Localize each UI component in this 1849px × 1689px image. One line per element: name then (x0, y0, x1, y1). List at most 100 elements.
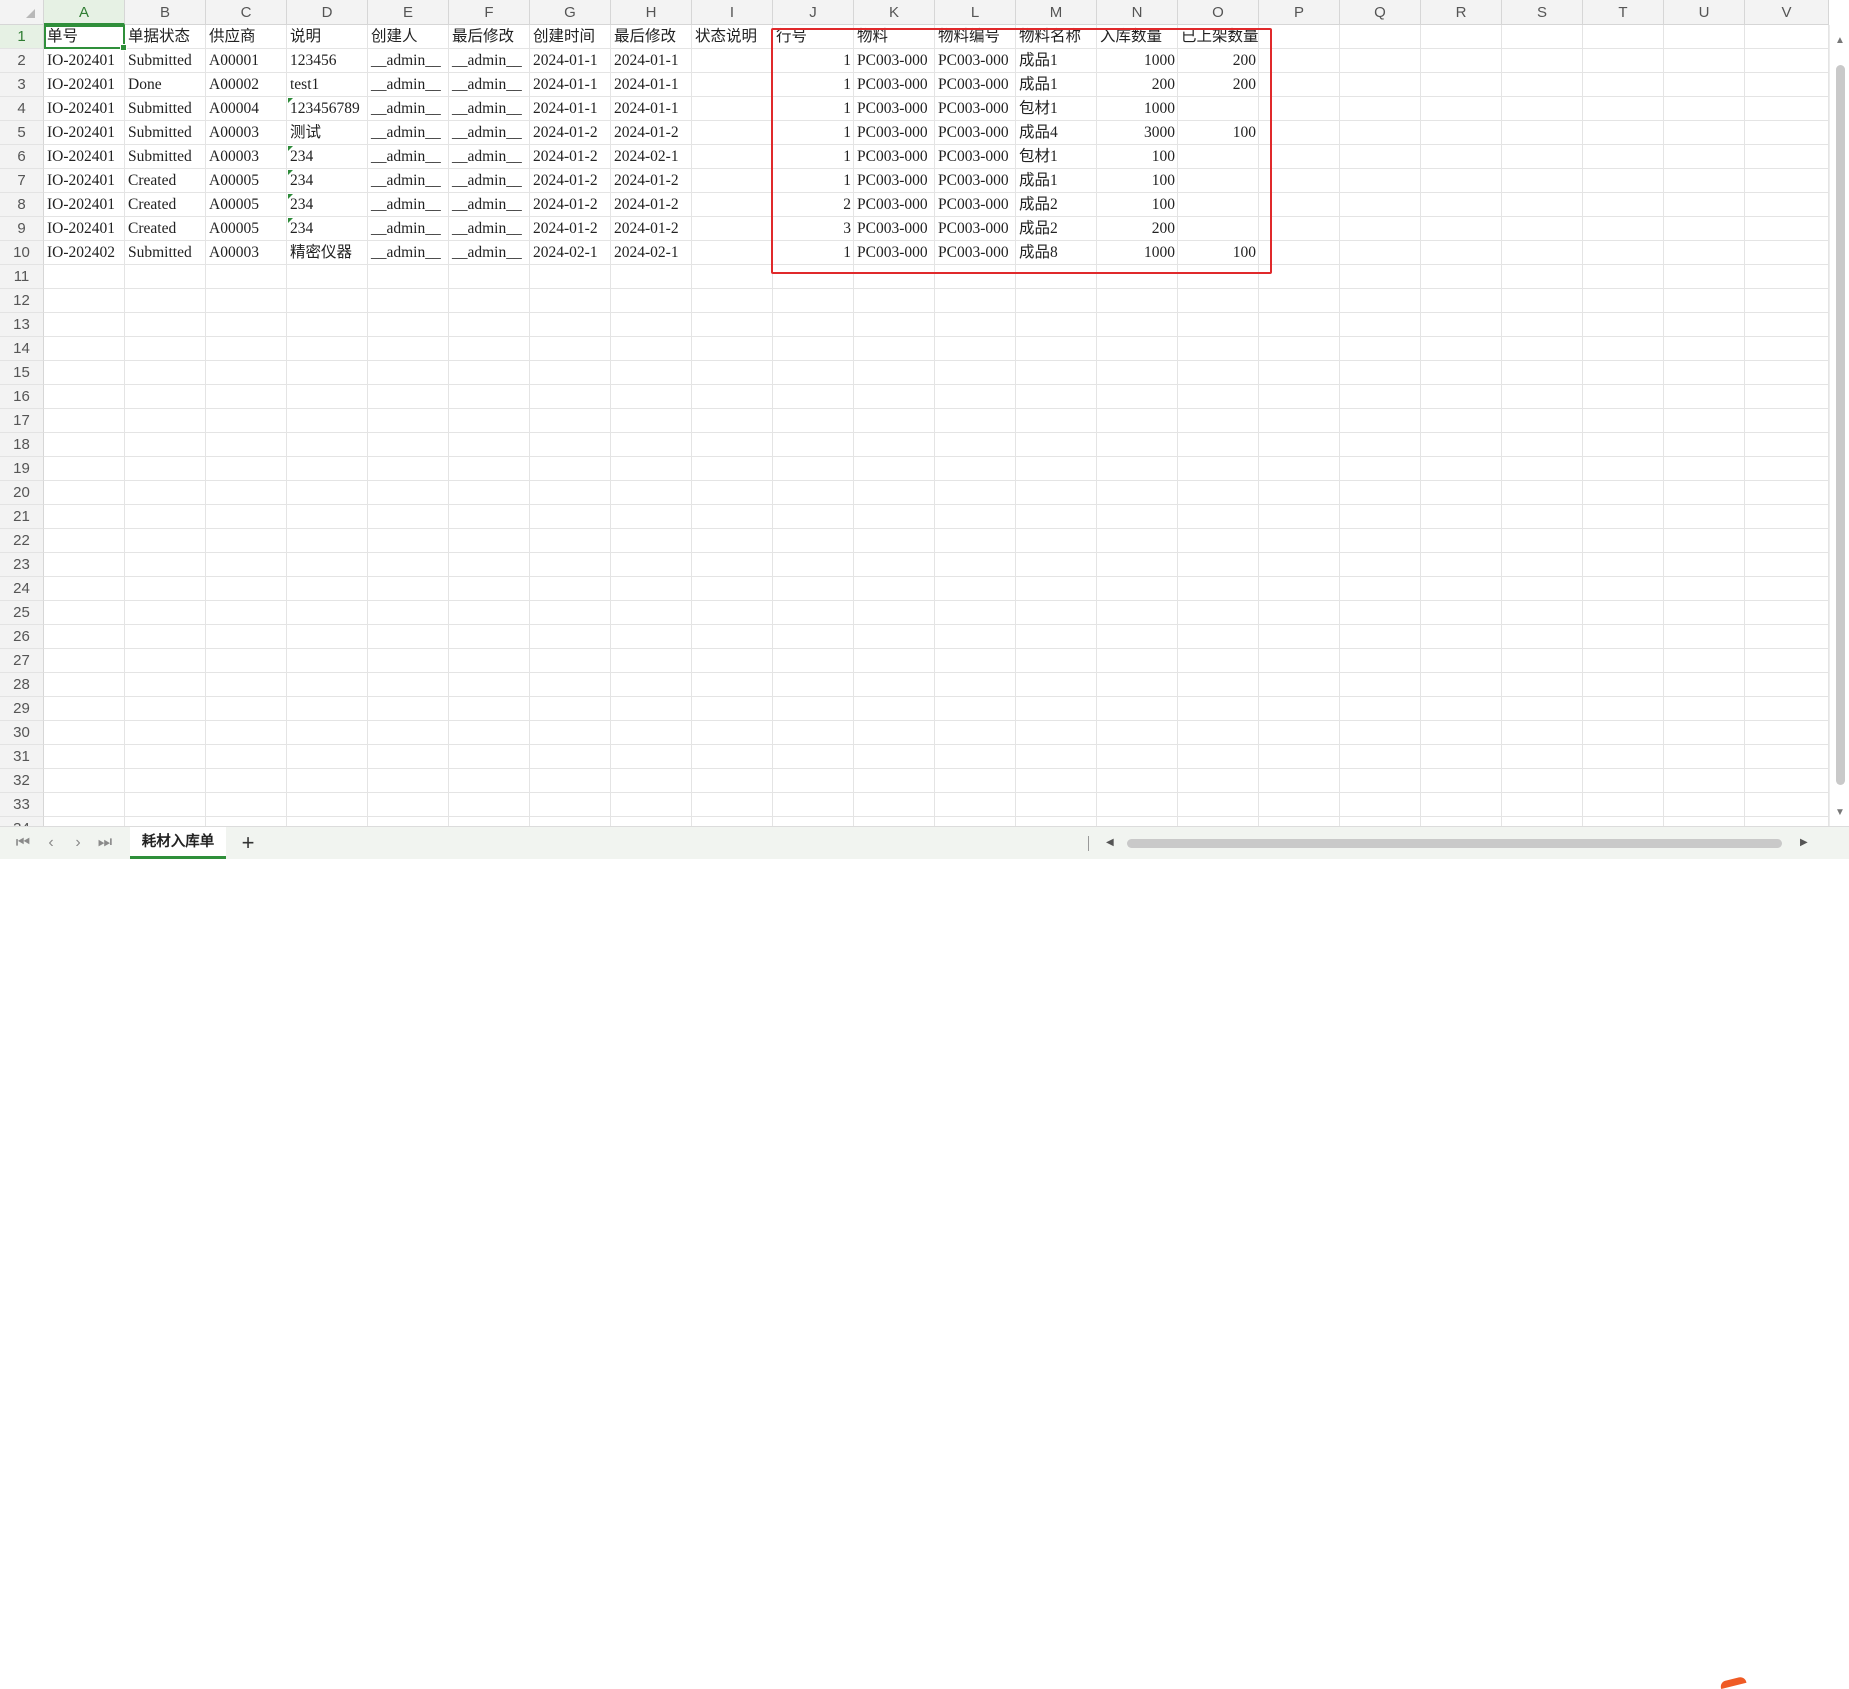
data-cell[interactable]: 2024-02-1 (611, 241, 692, 265)
data-cell[interactable]: __admin__ (368, 169, 449, 193)
data-cell[interactable]: PC003-000 (854, 49, 935, 73)
data-cell[interactable]: 200 (1178, 49, 1259, 73)
data-cell[interactable]: 2 (773, 193, 854, 217)
column-header-b[interactable]: B (125, 0, 206, 25)
vertical-scrollbar[interactable]: ▲ ▼ (1829, 25, 1849, 826)
column-header-l[interactable]: L (935, 0, 1016, 25)
column-header-s[interactable]: S (1502, 0, 1583, 25)
column-header-m[interactable]: M (1016, 0, 1097, 25)
column-header-f[interactable]: F (449, 0, 530, 25)
data-cell[interactable]: 234 (287, 193, 368, 217)
data-cell[interactable]: __admin__ (449, 73, 530, 97)
data-cell[interactable]: __admin__ (368, 49, 449, 73)
add-sheet-button[interactable]: + (236, 830, 260, 856)
next-sheet-icon[interactable]: › (67, 831, 89, 855)
data-cell[interactable]: 234 (287, 145, 368, 169)
first-sheet-icon[interactable]: ⏮ (12, 831, 34, 855)
data-cell[interactable]: Submitted (125, 145, 206, 169)
data-cell[interactable]: PC003-000 (854, 97, 935, 121)
data-cell[interactable]: A00005 (206, 217, 287, 241)
data-cell[interactable]: IO-202401 (44, 169, 125, 193)
data-cell[interactable]: 成品4 (1016, 121, 1097, 145)
data-cell[interactable]: IO-202401 (44, 97, 125, 121)
column-header-t[interactable]: T (1583, 0, 1664, 25)
data-cell[interactable]: IO-202401 (44, 73, 125, 97)
row-header-14[interactable]: 14 (0, 337, 44, 361)
data-cell[interactable]: 3000 (1097, 121, 1178, 145)
column-header-d[interactable]: D (287, 0, 368, 25)
spreadsheet-grid[interactable]: ABCDEFGHIJKLMNOPQRSTUV 1 2 3 4 5 6 7 8 9 10 11 12 13… (0, 0, 1849, 826)
data-cell[interactable]: Submitted (125, 241, 206, 265)
header-cell-k[interactable]: 物料 (854, 25, 935, 49)
data-cell[interactable]: A00004 (206, 97, 287, 121)
data-cell[interactable]: 2024-01-1 (611, 73, 692, 97)
column-header-n[interactable]: N (1097, 0, 1178, 25)
row-header-3[interactable]: 3 (0, 73, 44, 97)
data-cell[interactable]: PC003-000 (935, 49, 1016, 73)
data-cell[interactable]: IO-202401 (44, 217, 125, 241)
data-cell[interactable]: PC003-000 (854, 217, 935, 241)
row-header-28[interactable]: 28 (0, 673, 44, 697)
data-cell[interactable]: __admin__ (368, 241, 449, 265)
data-cell[interactable]: A00002 (206, 73, 287, 97)
data-cell[interactable]: 2024-01-2 (530, 217, 611, 241)
row-header-18[interactable]: 18 (0, 433, 44, 457)
row-header-13[interactable]: 13 (0, 313, 44, 337)
column-header-o[interactable]: O (1178, 0, 1259, 25)
data-cell[interactable]: IO-202402 (44, 241, 125, 265)
column-header-k[interactable]: K (854, 0, 935, 25)
column-header-r[interactable]: R (1421, 0, 1502, 25)
column-header-a[interactable]: A (44, 0, 125, 25)
row-header-11[interactable]: 11 (0, 265, 44, 289)
row-header-33[interactable]: 33 (0, 793, 44, 817)
data-cell[interactable]: 123456 (287, 49, 368, 73)
column-header-g[interactable]: G (530, 0, 611, 25)
column-header-v[interactable]: V (1745, 0, 1829, 25)
header-cell-b[interactable]: 单据状态 (125, 25, 206, 49)
data-cell[interactable]: 123456789 (287, 97, 368, 121)
sheet-tab-active[interactable]: 耗材入库单 (130, 827, 226, 859)
row-header-26[interactable]: 26 (0, 625, 44, 649)
header-cell-h[interactable]: 最后修改 (611, 25, 692, 49)
data-cell[interactable]: IO-202401 (44, 121, 125, 145)
data-cell[interactable]: 2024-01-1 (530, 73, 611, 97)
row-header-20[interactable]: 20 (0, 481, 44, 505)
horizontal-scroll-thumb[interactable] (1127, 839, 1782, 848)
data-cell[interactable]: A00001 (206, 49, 287, 73)
row-header-29[interactable]: 29 (0, 697, 44, 721)
data-cell[interactable]: __admin__ (449, 241, 530, 265)
data-cell[interactable]: __admin__ (449, 49, 530, 73)
row-header-2[interactable]: 2 (0, 49, 44, 73)
data-cell[interactable]: PC003-000 (935, 73, 1016, 97)
data-cell[interactable]: 2024-02-1 (530, 241, 611, 265)
data-cell[interactable]: __admin__ (449, 97, 530, 121)
data-cell[interactable]: __admin__ (368, 73, 449, 97)
data-cell[interactable]: 成品8 (1016, 241, 1097, 265)
row-header-4[interactable]: 4 (0, 97, 44, 121)
header-cell-o[interactable]: 已上架数量 (1178, 25, 1259, 49)
header-cell-l[interactable]: 物料编号 (935, 25, 1016, 49)
data-cell[interactable]: 1 (773, 73, 854, 97)
data-cell[interactable]: 精密仪器 (287, 241, 368, 265)
row-header-24[interactable]: 24 (0, 577, 44, 601)
column-header-c[interactable]: C (206, 0, 287, 25)
row-header-23[interactable]: 23 (0, 553, 44, 577)
data-cell[interactable]: Submitted (125, 49, 206, 73)
header-cell-f[interactable]: 最后修改 (449, 25, 530, 49)
header-cell-g[interactable]: 创建时间 (530, 25, 611, 49)
data-cell[interactable]: 1000 (1097, 49, 1178, 73)
data-cell[interactable]: 100 (1097, 193, 1178, 217)
row-header-19[interactable]: 19 (0, 457, 44, 481)
data-cell[interactable]: 测试 (287, 121, 368, 145)
data-cell[interactable]: Created (125, 193, 206, 217)
row-header-12[interactable]: 12 (0, 289, 44, 313)
data-cell[interactable]: 2024-01-2 (611, 169, 692, 193)
data-cell[interactable]: __admin__ (368, 145, 449, 169)
data-cell[interactable]: IO-202401 (44, 145, 125, 169)
column-header-q[interactable]: Q (1340, 0, 1421, 25)
data-cell[interactable]: A00003 (206, 241, 287, 265)
data-cell[interactable]: 100 (1097, 169, 1178, 193)
data-cell[interactable]: __admin__ (368, 121, 449, 145)
data-cell[interactable]: PC003-000 (935, 193, 1016, 217)
data-cell[interactable]: 2024-01-2 (530, 145, 611, 169)
